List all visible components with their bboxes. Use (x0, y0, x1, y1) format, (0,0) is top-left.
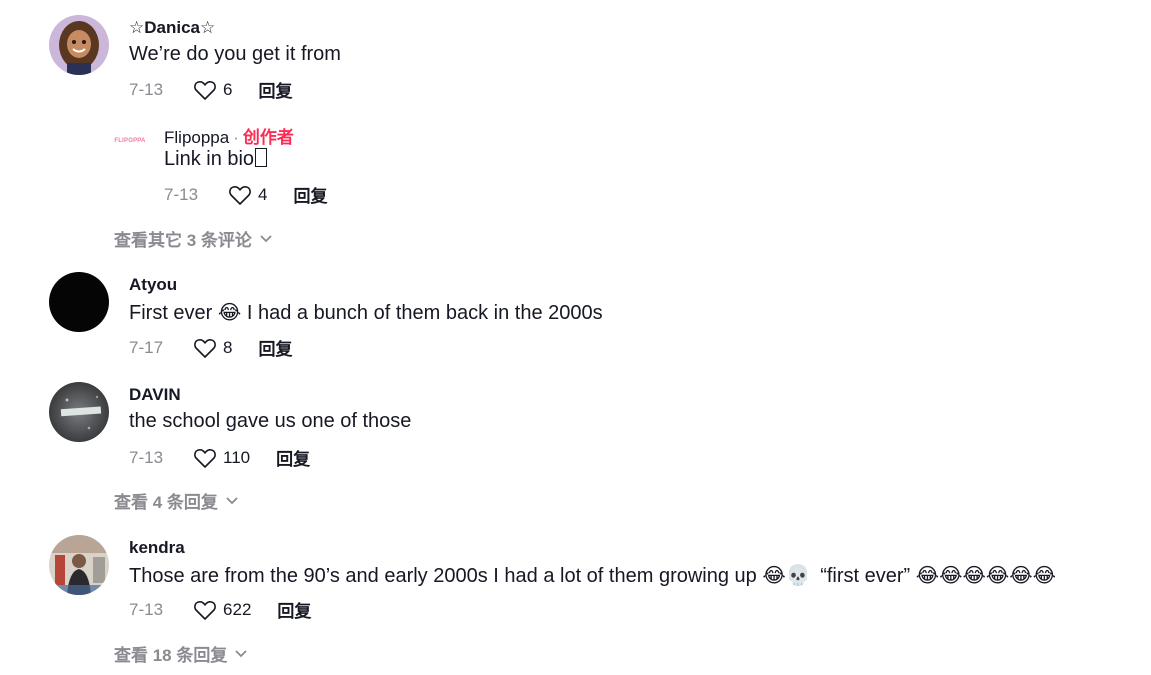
laughing-skull-emojis: 😂💀 (762, 563, 811, 587)
creator-badge: 创作者 (242, 128, 294, 147)
comment-text-part: First ever (129, 302, 213, 324)
like-button[interactable]: 8 (193, 337, 233, 359)
reply-button[interactable]: 回复 (294, 182, 328, 207)
laughing-emoji: 😂 (217, 300, 242, 324)
reply-button[interactable]: 回复 (259, 77, 293, 102)
like-count: 6 (223, 79, 233, 99)
chevron-down-icon (260, 234, 272, 242)
comment-text: Those are from the 90’s and early 2000s … (129, 563, 1056, 588)
comment-text: First ever 😂 I had a bunch of them back … (129, 300, 603, 325)
avatar[interactable]: FLIPOPPA (110, 121, 150, 161)
username: Flipoppa · 创作者 (164, 123, 294, 148)
reply-button[interactable]: 回复 (276, 445, 310, 470)
chevron-down-icon (226, 496, 238, 504)
comment-text-part: Those are from the 90’s and early 2000s … (129, 565, 757, 587)
like-button[interactable]: 4 (228, 184, 268, 206)
comment-date: 7-13 (129, 447, 164, 467)
avatar-logo: FLIPOPPA (114, 138, 146, 144)
name-separator: · (233, 128, 239, 147)
avatar[interactable] (49, 382, 109, 442)
view-more-replies[interactable]: 查看 18 条回复 (114, 641, 247, 666)
comment-text: the school gave us one of those (129, 410, 412, 432)
view-more-comments[interactable]: 查看其它 3 条评论 (114, 226, 272, 251)
username[interactable]: ☆Danica☆ (129, 18, 215, 38)
heart-outline-icon (194, 80, 216, 100)
view-more-replies[interactable]: 查看 4 条回复 (114, 488, 238, 513)
avatar[interactable] (49, 15, 109, 75)
comment-meta: 7-17 8 回复 (129, 335, 293, 360)
heart-outline-icon (194, 448, 216, 468)
username[interactable]: Atyou (129, 275, 177, 295)
comment-date: 7-13 (129, 599, 164, 619)
reply-button[interactable]: 回复 (277, 597, 311, 622)
comment-text: We’re do you get it from (129, 43, 341, 65)
comment-text-quote: “first ever” (820, 565, 911, 587)
comment-meta: 7-13 622 回复 (129, 597, 311, 622)
comment-text: Link in bio (164, 148, 268, 171)
like-button[interactable]: 6 (193, 79, 233, 101)
view-more-label: 查看其它 3 条评论 (114, 231, 252, 250)
view-more-label: 查看 4 条回复 (114, 493, 218, 512)
comment-date: 7-13 (164, 184, 199, 204)
comment-meta: 7-13 4 回复 (164, 182, 328, 207)
username[interactable]: DAVIN (129, 385, 181, 405)
like-count: 4 (258, 184, 268, 204)
avatar[interactable] (49, 272, 109, 332)
like-count: 8 (223, 337, 233, 357)
like-button[interactable]: 110 (193, 447, 250, 469)
avatar[interactable] (49, 535, 109, 595)
like-count: 622 (223, 599, 252, 619)
username[interactable]: kendra (129, 538, 185, 558)
comment-meta: 7-13 110 回复 (129, 445, 310, 470)
comment-text-part: I had a bunch of them back in the 2000s (246, 302, 603, 324)
view-more-label: 查看 18 条回复 (114, 646, 228, 665)
comment-date: 7-17 (129, 337, 164, 357)
missing-glyph (255, 148, 268, 167)
heart-outline-icon (229, 185, 251, 205)
like-count: 110 (223, 447, 251, 467)
comment-meta: 7-13 6 回复 (129, 77, 293, 102)
creator-username[interactable]: Flipoppa (164, 128, 229, 147)
like-button[interactable]: 622 (193, 599, 251, 621)
heart-outline-icon (194, 600, 216, 620)
comment-date: 7-13 (129, 79, 164, 99)
comment-text-body: Link in bio (164, 148, 255, 170)
laughing-emojis: 😂😂😂😂😂😂 (915, 563, 1056, 587)
chevron-down-icon (235, 649, 247, 657)
reply-button[interactable]: 回复 (259, 335, 293, 360)
heart-outline-icon (194, 338, 216, 358)
